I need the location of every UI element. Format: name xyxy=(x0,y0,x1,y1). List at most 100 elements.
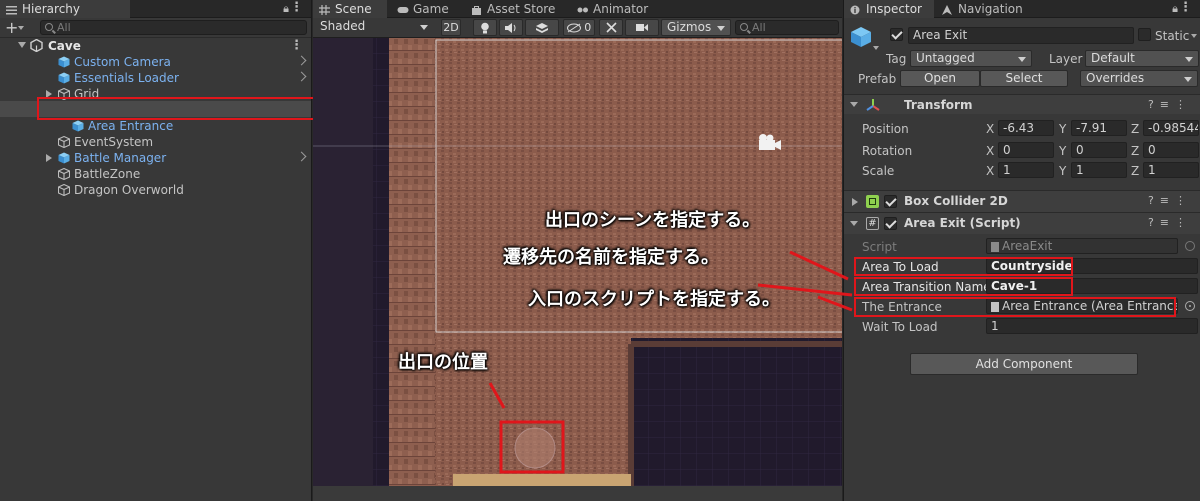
active-checkbox[interactable] xyxy=(890,28,903,41)
camera-settings-icon[interactable] xyxy=(625,19,659,36)
hierarchy-item-label: Battle Manager xyxy=(74,151,167,165)
inspector-panel: Inspector Navigation 🔒︎ ⋮ Area Exit Stat… xyxy=(843,0,1200,501)
position-axis-y-label: Y xyxy=(1059,122,1067,136)
hierarchy-item-label: Area Entrance xyxy=(88,119,174,133)
scale-z-field[interactable]: 1 xyxy=(1143,162,1199,178)
annotation-exit-position: 出口の位置 xyxy=(398,352,488,373)
prefab-overrides-dropdown[interactable]: Overrides xyxy=(1080,70,1198,87)
box-collider-enabled-checkbox[interactable] xyxy=(884,195,897,208)
object-name-field[interactable]: Area Exit xyxy=(908,27,1134,44)
tab-navigation[interactable]: Navigation xyxy=(936,0,1036,18)
more-menu-icon[interactable]: ⋮ xyxy=(290,0,303,15)
prefab-select-button[interactable]: Select xyxy=(980,70,1068,87)
box-collider-icon xyxy=(866,195,879,208)
animator-icon xyxy=(577,4,588,14)
audio-toggle-icon[interactable] xyxy=(499,19,523,36)
open-prefab-chevron-icon[interactable] xyxy=(296,55,307,66)
box-collider-title: Box Collider 2D xyxy=(904,194,1008,208)
tab-scene[interactable]: Scene xyxy=(313,0,387,18)
layer-dropdown[interactable]: Default xyxy=(1085,50,1199,67)
icon-dropdown-icon[interactable] xyxy=(873,46,879,50)
search-icon xyxy=(45,23,53,31)
gameobject-cube-icon xyxy=(850,26,872,51)
tab-game[interactable]: Game xyxy=(391,0,459,18)
rotation-axis-x-label: X xyxy=(986,144,995,158)
effects-dropdown-icon[interactable] xyxy=(525,19,559,36)
static-checkbox[interactable] xyxy=(1138,28,1151,41)
transform-header[interactable]: Transform ?≡⋮ xyxy=(844,94,1200,114)
component-header-icons[interactable]: ?≡⋮ xyxy=(1148,98,1192,111)
gamepad-icon xyxy=(397,4,409,14)
scale-y-field[interactable]: 1 xyxy=(1071,162,1127,178)
scale-axis-x-label: X xyxy=(986,164,995,178)
area-exit-title: Area Exit (Script) xyxy=(904,216,1021,230)
shading-mode-dropdown[interactable]: Shaded xyxy=(315,19,433,36)
tab-asset-store[interactable]: Asset Store xyxy=(465,0,569,18)
gizmos-dropdown[interactable]: Gizmos xyxy=(661,19,731,36)
scene-search-input[interactable]: All xyxy=(735,20,839,35)
transform-foldout-icon[interactable] xyxy=(850,102,858,107)
rotation-y-field[interactable]: 0 xyxy=(1071,142,1127,158)
hierarchy-item-area-entrance[interactable]: Area Entrance xyxy=(0,118,311,134)
tab-hierarchy[interactable]: Hierarchy xyxy=(0,0,130,18)
scene-tabbar: Scene Game Asset Store Animator xyxy=(313,0,842,18)
2d-toggle-button[interactable]: 2D xyxy=(441,19,461,36)
hierarchy-item-battlezone[interactable]: BattleZone xyxy=(0,166,311,182)
tab-hierarchy-label: Hierarchy xyxy=(22,2,81,16)
area-exit-foldout-icon[interactable] xyxy=(850,221,858,226)
navigation-icon xyxy=(942,4,953,15)
inspector-lock-icon[interactable]: 🔒︎ xyxy=(1172,2,1178,16)
static-dropdown-icon[interactable] xyxy=(1191,34,1197,38)
hierarchy-panel: Hierarchy 🔒︎ ⋮ + All Cave ⋮ Custom Camer… xyxy=(0,0,316,501)
inspector-menu-icon[interactable]: ⋮ xyxy=(1179,0,1192,15)
transform-axis-icon xyxy=(866,98,880,115)
area-exit-script-header[interactable]: # Area Exit (Script) ?≡⋮ xyxy=(844,212,1200,234)
hierarchy-item-essentials-loader[interactable]: Essentials Loader xyxy=(0,70,311,86)
tab-animator-label: Animator xyxy=(593,2,649,16)
prefab-open-button[interactable]: Open xyxy=(900,70,980,87)
hidden-objects-toggle[interactable]: 0 xyxy=(563,19,595,36)
scene-menu-icon[interactable]: ⋮ xyxy=(290,38,303,54)
scale-axis-z-label: Z xyxy=(1131,164,1140,178)
hierarchy-item-battle-manager[interactable]: Battle Manager xyxy=(0,150,311,166)
box-collider-header[interactable]: Box Collider 2D ?≡⋮ xyxy=(844,190,1200,212)
add-icon[interactable]: + xyxy=(5,18,18,37)
add-dropdown-icon[interactable] xyxy=(18,26,24,30)
scale-label: Scale xyxy=(862,164,895,178)
position-z-field[interactable]: -0.98544 xyxy=(1143,120,1199,136)
hierarchy-item-eventsystem[interactable]: EventSystem xyxy=(0,134,311,150)
rotation-z-field[interactable]: 0 xyxy=(1143,142,1199,158)
open-prefab-chevron-icon[interactable] xyxy=(296,151,307,162)
position-x-field[interactable]: -6.43 xyxy=(998,120,1054,136)
rotation-x-field[interactable]: 0 xyxy=(998,142,1054,158)
tab-animator[interactable]: Animator xyxy=(571,0,661,18)
position-axis-x-label: X xyxy=(986,122,995,136)
lighting-toggle-icon[interactable] xyxy=(473,19,497,36)
position-y-field[interactable]: -7.91 xyxy=(1071,120,1127,136)
open-prefab-chevron-icon[interactable] xyxy=(296,71,307,82)
area-to-load-highlight-box xyxy=(854,257,1073,276)
tab-inspector[interactable]: Inspector xyxy=(844,0,934,18)
box-collider-foldout-icon[interactable] xyxy=(852,198,858,206)
tools-icon[interactable] xyxy=(599,19,623,36)
script-picker-icon[interactable] xyxy=(1185,241,1195,251)
area-exit-enabled-checkbox[interactable] xyxy=(884,217,897,230)
entrance-picker-icon[interactable] xyxy=(1185,301,1195,311)
hierarchy-item-custom-camera[interactable]: Custom Camera xyxy=(0,54,311,70)
add-component-button[interactable]: Add Component xyxy=(910,353,1138,375)
scale-x-field[interactable]: 1 xyxy=(998,162,1054,178)
list-icon xyxy=(6,4,17,15)
box-collider-header-icons[interactable]: ?≡⋮ xyxy=(1148,194,1192,207)
collapse-arrow-icon[interactable] xyxy=(46,154,52,162)
hierarchy-item-dragon-overworld[interactable]: Dragon Overworld xyxy=(0,182,311,198)
expand-arrow-icon[interactable] xyxy=(18,42,26,48)
hierarchy-search-input[interactable]: All xyxy=(40,20,307,35)
hierarchy-tabbar: Hierarchy 🔒︎ ⋮ xyxy=(0,0,311,18)
tag-dropdown[interactable]: Untagged xyxy=(910,50,1032,67)
scene-root-row[interactable]: Cave ⋮ xyxy=(0,38,311,54)
area-exit-highlight-box xyxy=(37,97,316,120)
tab-game-label: Game xyxy=(413,2,449,16)
lock-icon[interactable]: 🔒︎ xyxy=(283,2,289,16)
area-exit-header-icons[interactable]: ?≡⋮ xyxy=(1148,216,1192,229)
wait-to-load-field[interactable]: 1 xyxy=(986,318,1198,334)
